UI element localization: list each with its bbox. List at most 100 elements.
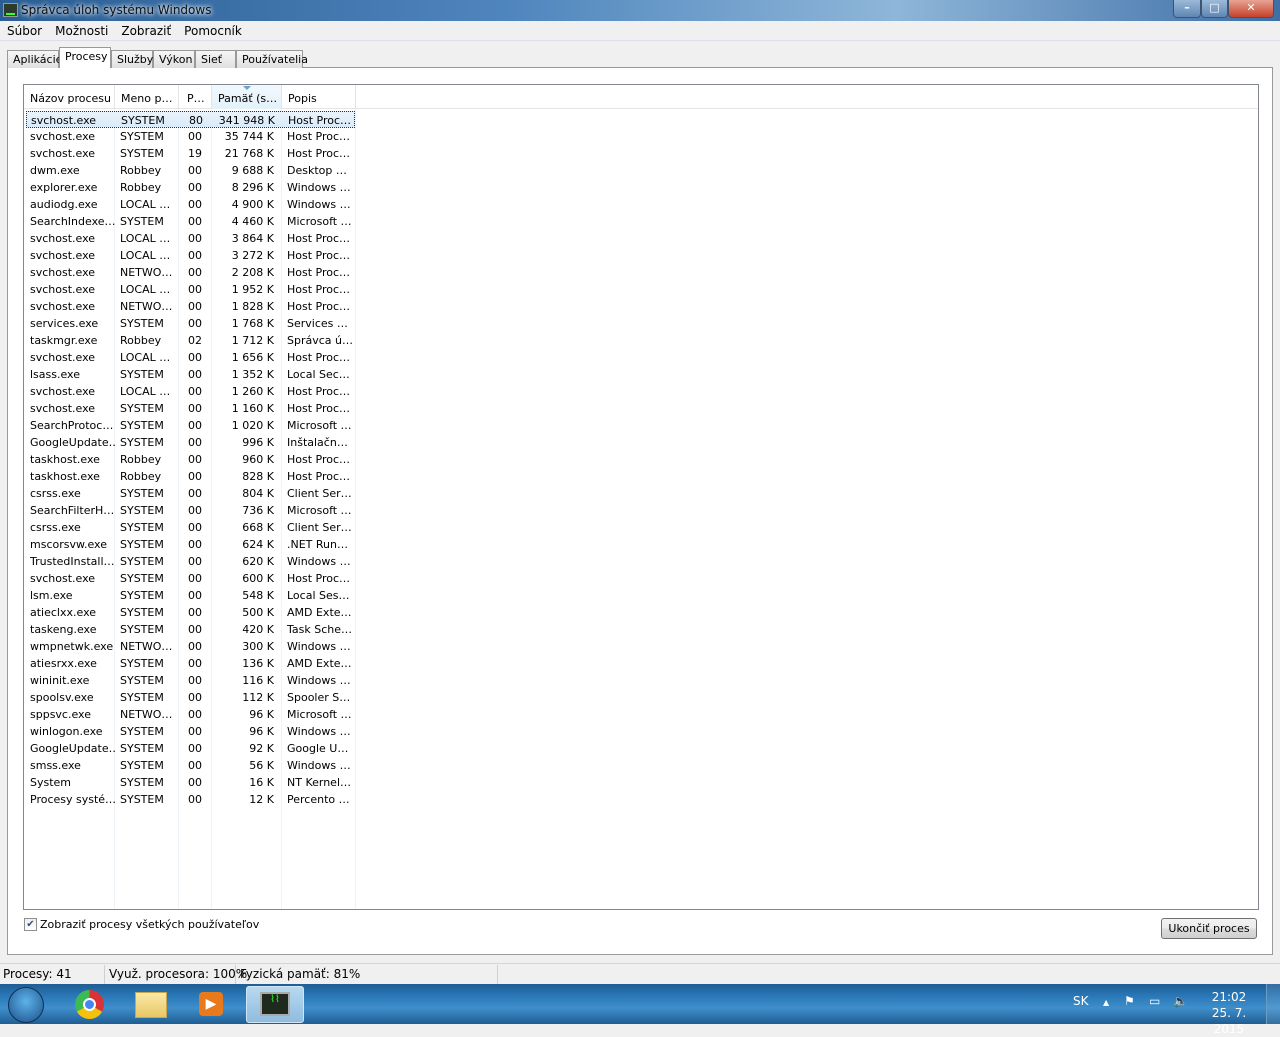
column-header-memory[interactable]: Pamäť (s… (212, 85, 282, 109)
close-button[interactable]: ✕ (1228, 0, 1274, 18)
minimize-button[interactable]: – (1173, 0, 1201, 18)
process-list[interactable]: Názov procesu Meno p… P… Pamäť (s… Popis… (23, 84, 1259, 910)
show-desktop-button[interactable] (1266, 984, 1280, 1024)
taskbar: ▶ ⌇⌇ SK ▲ ⚑ ▭ 🔈 21:02 25. 7. 2015 (0, 984, 1280, 1036)
process-row[interactable]: svchost.exe LOCAL … 00 1 952 K Host Proc… (26, 281, 355, 298)
process-row[interactable]: taskmgr.exe Robbey 02 1 712 K Správca ú… (26, 332, 355, 349)
process-row[interactable]: svchost.exe SYSTEM 00 35 744 K Host Proc… (26, 128, 355, 145)
memory-cell: 1 656 K (231, 351, 274, 364)
process-row[interactable]: atieclxx.exe SYSTEM 00 500 K AMD Exte… (26, 604, 355, 621)
menu-view[interactable]: Zobraziť (114, 21, 177, 38)
menu-bar: Súbor Možnosti Zobraziť Pomocník (0, 21, 1280, 41)
process-row[interactable]: svchost.exe SYSTEM 80 341 948 K Host Proc… (26, 111, 355, 128)
column-header-description[interactable]: Popis (282, 85, 356, 109)
process-row[interactable]: sppsvc.exe NETWO… 00 96 K Microsoft … (26, 706, 355, 723)
description-cell: Windows … (287, 198, 351, 211)
process-row[interactable]: svchost.exe SYSTEM 19 21 768 K Host Proc… (26, 145, 355, 162)
process-name-cell: wmpnetwk.exe (30, 640, 114, 653)
process-row[interactable]: audiodg.exe LOCAL … 00 4 900 K Windows … (26, 196, 355, 213)
description-cell: Desktop … (287, 164, 347, 177)
column-header-user[interactable]: Meno p… (115, 85, 179, 109)
process-row[interactable]: SearchFilterH… SYSTEM 00 736 K Microsoft … (26, 502, 355, 519)
process-row[interactable]: svchost.exe LOCAL … 00 3 864 K Host Proc… (26, 230, 355, 247)
process-row[interactable]: csrss.exe SYSTEM 00 668 K Client Ser… (26, 519, 355, 536)
description-cell: Windows … (287, 181, 351, 194)
process-row[interactable]: atiesrxx.exe SYSTEM 00 136 K AMD Exte… (26, 655, 355, 672)
tab-applications[interactable]: Aplikácie (7, 50, 62, 68)
user-name-cell: SYSTEM (120, 555, 164, 568)
process-row[interactable]: GoogleUpdate… SYSTEM 00 92 K Google U… (26, 740, 355, 757)
language-indicator[interactable]: SK (1073, 994, 1089, 1008)
process-row[interactable]: SearchProtoc… SYSTEM 00 1 020 K Microsoft … (26, 417, 355, 434)
tab-users[interactable]: Používatelia (236, 50, 308, 68)
user-name-cell: NETWO… (120, 266, 173, 279)
process-row[interactable]: svchost.exe NETWO… 00 1 828 K Host Proc… (26, 298, 355, 315)
clock[interactable]: 21:02 25. 7. 2015 (1196, 989, 1262, 1037)
process-row[interactable]: System SYSTEM 00 16 K NT Kernel… (26, 774, 355, 791)
process-row[interactable]: lsm.exe SYSTEM 00 548 K Local Ses… (26, 587, 355, 604)
menu-help[interactable]: Pomocník (177, 21, 248, 38)
process-row[interactable]: services.exe SYSTEM 00 1 768 K Services … (26, 315, 355, 332)
process-row[interactable]: svchost.exe NETWO… 00 2 208 K Host Proc… (26, 264, 355, 281)
task-manager-taskbar-button[interactable]: ⌇⌇ (246, 986, 304, 1023)
cpu-cell: 00 (188, 436, 202, 449)
start-button[interactable] (8, 987, 44, 1023)
tab-processes[interactable]: Procesy (59, 47, 111, 68)
process-row[interactable]: taskhost.exe Robbey 00 828 K Host Proc… (26, 468, 355, 485)
user-name-cell: SYSTEM (120, 657, 164, 670)
process-row[interactable]: GoogleUpdate… SYSTEM 00 996 K Inštalačn… (26, 434, 355, 451)
description-cell: Client Ser… (287, 521, 352, 534)
menu-file[interactable]: Súbor (0, 21, 48, 38)
title-bar[interactable]: Správca úloh systému Windows – □ ✕ (0, 0, 1280, 21)
process-row[interactable]: svchost.exe LOCAL … 00 1 260 K Host Proc… (26, 383, 355, 400)
show-hidden-icons-button[interactable]: ▲ (1103, 998, 1109, 1007)
process-row[interactable]: taskhost.exe Robbey 00 960 K Host Proc… (26, 451, 355, 468)
end-process-button[interactable]: Ukončiť proces (1161, 918, 1257, 939)
volume-icon[interactable]: 🔈 (1173, 994, 1188, 1008)
cpu-cell: 00 (188, 555, 202, 568)
user-name-cell: LOCAL … (120, 385, 171, 398)
tab-services[interactable]: Služby (111, 50, 153, 68)
column-header-cpu[interactable]: P… (179, 85, 212, 109)
memory-cell: 116 K (242, 674, 274, 687)
menu-options[interactable]: Možnosti (48, 21, 114, 38)
maximize-button[interactable]: □ (1201, 0, 1228, 18)
process-row[interactable]: TrustedInstall… SYSTEM 00 620 K Windows … (26, 553, 355, 570)
process-row[interactable]: svchost.exe LOCAL … 00 3 272 K Host Proc… (26, 247, 355, 264)
process-row[interactable]: dwm.exe Robbey 00 9 688 K Desktop … (26, 162, 355, 179)
process-row[interactable]: lsass.exe SYSTEM 00 1 352 K Local Sec… (26, 366, 355, 383)
cpu-cell: 00 (188, 368, 202, 381)
description-cell: AMD Exte… (287, 657, 352, 670)
process-row[interactable]: Procesy systé… SYSTEM 00 12 K Percento … (26, 791, 355, 808)
process-row[interactable]: svchost.exe SYSTEM 00 1 160 K Host Proc… (26, 400, 355, 417)
memory-cell: 736 K (242, 504, 274, 517)
column-header-name[interactable]: Názov procesu (24, 85, 115, 109)
process-row[interactable]: svchost.exe LOCAL … 00 1 656 K Host Proc… (26, 349, 355, 366)
process-row[interactable]: spoolsv.exe SYSTEM 00 112 K Spooler S… (26, 689, 355, 706)
process-row[interactable]: wmpnetwk.exe NETWO… 00 300 K Windows … (26, 638, 355, 655)
process-row[interactable]: SearchIndexe… SYSTEM 00 4 460 K Microsoft … (26, 213, 355, 230)
process-name-cell: taskhost.exe (30, 453, 100, 466)
show-all-users-label[interactable]: Zobraziť procesy všetkých používateľov (40, 918, 259, 931)
process-row[interactable]: csrss.exe SYSTEM 00 804 K Client Ser… (26, 485, 355, 502)
process-row[interactable]: taskeng.exe SYSTEM 00 420 K Task Sche… (26, 621, 355, 638)
process-row[interactable]: winlogon.exe SYSTEM 00 96 K Windows … (26, 723, 355, 740)
media-player-taskbar-button[interactable]: ▶ (182, 986, 240, 1023)
process-row[interactable]: smss.exe SYSTEM 00 56 K Windows … (26, 757, 355, 774)
explorer-taskbar-button[interactable] (122, 986, 180, 1023)
tab-performance[interactable]: Výkon (153, 50, 195, 68)
tab-network[interactable]: Sieť (195, 50, 236, 68)
user-name-cell: SYSTEM (121, 114, 165, 127)
show-all-users-checkbox[interactable]: ✔ (24, 918, 37, 931)
process-row[interactable]: wininit.exe SYSTEM 00 116 K Windows … (26, 672, 355, 689)
description-cell: Spooler S… (287, 691, 351, 704)
cpu-cell: 00 (188, 283, 202, 296)
process-row[interactable]: mscorsvw.exe SYSTEM 00 624 K .NET Run… (26, 536, 355, 553)
description-cell: Host Proc… (287, 249, 351, 262)
process-row[interactable]: explorer.exe Robbey 00 8 296 K Windows … (26, 179, 355, 196)
chrome-taskbar-button[interactable] (60, 986, 118, 1023)
action-center-flag-icon[interactable]: ⚑ (1124, 994, 1135, 1008)
network-icon[interactable]: ▭ (1149, 994, 1160, 1008)
process-row[interactable]: svchost.exe SYSTEM 00 600 K Host Proc… (26, 570, 355, 587)
memory-cell: 9 688 K (231, 164, 274, 177)
